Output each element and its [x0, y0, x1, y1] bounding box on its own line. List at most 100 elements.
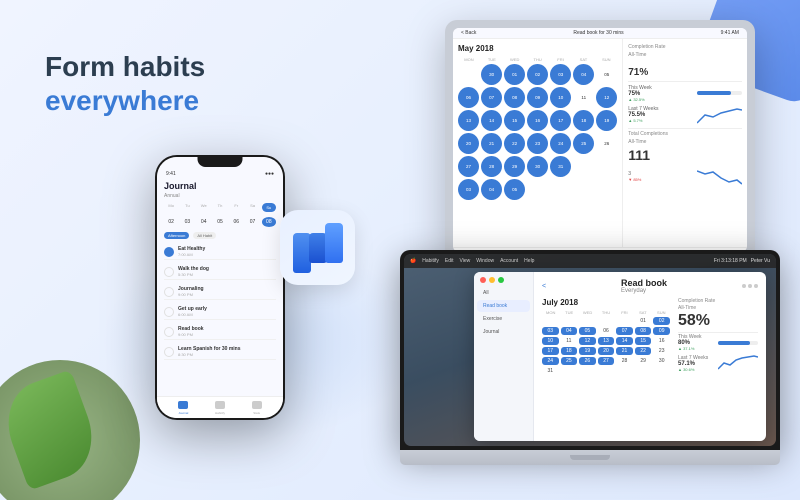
ipad-cal-cell-21[interactable]: 20: [458, 133, 479, 154]
menu-apple[interactable]: 🍎: [410, 258, 416, 264]
habit-circle-2[interactable]: [164, 287, 174, 297]
ipad-cal-cell-35[interactable]: 03: [458, 179, 479, 200]
mac-cal-cell-22[interactable]: 18: [561, 347, 578, 355]
habit-circle-4[interactable]: [164, 327, 174, 337]
mac-cal-cell-18[interactable]: 14: [616, 337, 633, 345]
ipad-cal-cell-32[interactable]: 31: [550, 156, 571, 177]
menu-help[interactable]: Help: [524, 258, 534, 264]
mac-cal-cell-12[interactable]: 08: [635, 327, 652, 335]
mac-cal-cell-14[interactable]: 10: [542, 337, 559, 345]
ipad-cal-cell-9[interactable]: 08: [504, 87, 525, 108]
filter-all[interactable]: All Habit: [193, 232, 216, 239]
ipad-cal-cell-25[interactable]: 24: [550, 133, 571, 154]
mac-cal-cell-5[interactable]: 01: [635, 317, 652, 325]
ipad-cal-cell-4[interactable]: 03: [550, 64, 571, 85]
mac-cal-cell-35[interactable]: 31: [542, 367, 559, 375]
mac-cal-cell-19[interactable]: 15: [635, 337, 652, 345]
ipad-cal-cell-19[interactable]: 18: [573, 110, 594, 131]
ipad-cal-cell-13[interactable]: 12: [596, 87, 617, 108]
ipad-cal-cell-2[interactable]: 01: [504, 64, 525, 85]
mac-cal-cell-32[interactable]: 28: [616, 357, 633, 365]
ipad-cal-cell-26[interactable]: 25: [573, 133, 594, 154]
ipad-cal-cell-20[interactable]: 19: [596, 110, 617, 131]
mac-cal-cell-25[interactable]: 21: [616, 347, 633, 355]
traffic-green[interactable]: [498, 277, 504, 283]
ipad-cal-cell-24[interactable]: 23: [527, 133, 548, 154]
mac-more-options[interactable]: [742, 284, 758, 288]
ipad-cal-cell-28[interactable]: 27: [458, 156, 479, 177]
date-02[interactable]: 02: [164, 217, 178, 227]
menu-account[interactable]: Account: [500, 258, 518, 264]
mac-cal-cell-7[interactable]: 03: [542, 327, 559, 335]
tab-habitify[interactable]: Habitify: [213, 401, 227, 415]
mac-cal-cell-20[interactable]: 16: [653, 337, 670, 345]
date-06[interactable]: 06: [229, 217, 243, 227]
mac-cal-cell-9[interactable]: 05: [579, 327, 596, 335]
ipad-cal-cell-14[interactable]: 13: [458, 110, 479, 131]
ipad-cal-cell-6[interactable]: 05: [596, 64, 617, 85]
ipad-cal-cell-10[interactable]: 09: [527, 87, 548, 108]
mac-cal-cell-28[interactable]: 24: [542, 357, 559, 365]
mac-cal-cell-11[interactable]: 07: [616, 327, 633, 335]
menu-habitify[interactable]: Habitify: [422, 258, 439, 264]
ipad-cal-cell-7[interactable]: 06: [458, 87, 479, 108]
mac-cal-cell-31[interactable]: 27: [598, 357, 615, 365]
ipad-cal-cell-17[interactable]: 16: [527, 110, 548, 131]
menu-view[interactable]: View: [460, 258, 471, 264]
mac-back-button[interactable]: <: [542, 283, 546, 290]
mac-cal-cell-24[interactable]: 20: [598, 347, 615, 355]
tab-statistics[interactable]: Stats: [250, 401, 264, 415]
mac-cal-cell-21[interactable]: 17: [542, 347, 559, 355]
date-08[interactable]: 08: [262, 217, 276, 227]
mac-cal-cell-6[interactable]: 02: [653, 317, 670, 325]
ipad-cal-cell-27[interactable]: 26: [596, 133, 617, 154]
mac-cal-cell-33[interactable]: 29: [635, 357, 652, 365]
ipad-cal-cell-11[interactable]: 10: [550, 87, 571, 108]
ipad-cal-cell-8[interactable]: 07: [481, 87, 502, 108]
ipad-cal-cell-23[interactable]: 22: [504, 133, 525, 154]
ipad-back-button[interactable]: < Back: [461, 30, 476, 36]
date-07[interactable]: 07: [245, 217, 259, 227]
ipad-cal-cell-18[interactable]: 17: [550, 110, 571, 131]
mac-cal-cell-30[interactable]: 26: [579, 357, 596, 365]
mac-cal-cell-23[interactable]: 19: [579, 347, 596, 355]
ipad-cal-cell-16[interactable]: 15: [504, 110, 525, 131]
mac-cal-cell-16[interactable]: 12: [579, 337, 596, 345]
sidebar-read-book[interactable]: Read book: [477, 300, 530, 312]
mac-cal-cell-34[interactable]: 30: [653, 357, 670, 365]
ipad-cal-cell-37[interactable]: 05: [504, 179, 525, 200]
date-03[interactable]: 03: [180, 217, 194, 227]
ipad-cal-cell-5[interactable]: 04: [573, 64, 594, 85]
tab-journal[interactable]: Journal: [176, 401, 190, 415]
habit-circle-0[interactable]: [164, 247, 174, 257]
mac-cal-cell-8[interactable]: 04: [561, 327, 578, 335]
date-04[interactable]: 04: [197, 217, 211, 227]
sidebar-journal[interactable]: Journal: [477, 326, 530, 338]
ipad-cal-cell-12[interactable]: 11: [573, 87, 594, 108]
sidebar-exercise[interactable]: Exercise: [477, 313, 530, 325]
traffic-yellow[interactable]: [489, 277, 495, 283]
filter-afternoon[interactable]: Afternoon: [164, 232, 189, 239]
ipad-cal-cell-3[interactable]: 02: [527, 64, 548, 85]
mac-cal-cell-13[interactable]: 09: [653, 327, 670, 335]
ipad-cal-cell-1[interactable]: 30: [481, 64, 502, 85]
mac-cal-cell-17[interactable]: 13: [598, 337, 615, 345]
habit-circle-3[interactable]: [164, 307, 174, 317]
habit-circle-5[interactable]: [164, 347, 174, 357]
ipad-cal-cell-30[interactable]: 29: [504, 156, 525, 177]
ipad-cal-cell-31[interactable]: 30: [527, 156, 548, 177]
mac-cal-cell-29[interactable]: 25: [561, 357, 578, 365]
ipad-cal-cell-22[interactable]: 21: [481, 133, 502, 154]
ipad-cal-cell-36[interactable]: 04: [481, 179, 502, 200]
mac-cal-cell-26[interactable]: 22: [635, 347, 652, 355]
habit-circle-1[interactable]: [164, 267, 174, 277]
sidebar-all-habits[interactable]: All: [477, 287, 530, 299]
date-05[interactable]: 05: [213, 217, 227, 227]
menu-window[interactable]: Window: [476, 258, 494, 264]
menu-edit[interactable]: Edit: [445, 258, 454, 264]
mac-cal-cell-10[interactable]: 06: [598, 327, 615, 335]
traffic-red[interactable]: [480, 277, 486, 283]
mac-cal-cell-15[interactable]: 11: [561, 337, 578, 345]
mac-cal-cell-27[interactable]: 23: [653, 347, 670, 355]
ipad-cal-cell-29[interactable]: 28: [481, 156, 502, 177]
